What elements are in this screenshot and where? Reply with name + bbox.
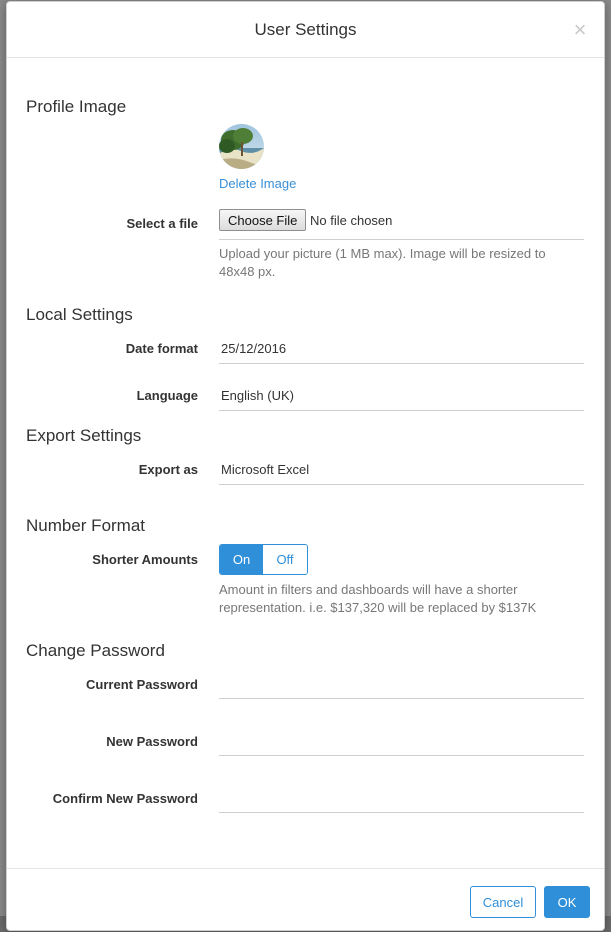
close-icon[interactable]: × [570,19,590,41]
ok-button[interactable]: OK [544,886,590,918]
dialog-header: User Settings × [7,2,604,58]
current-password-label: Current Password [86,677,198,692]
current-password-field[interactable] [219,669,584,699]
select-file-label: Select a file [126,216,198,231]
profile-avatar [219,124,264,169]
choose-file-button[interactable]: Choose File [219,209,307,231]
file-input-row: Choose File No file chosen [219,207,584,240]
dialog-footer: Cancel OK [7,868,604,932]
export-as-field[interactable] [219,455,584,485]
date-format-field[interactable] [219,334,584,364]
user-settings-dialog: User Settings × Profile Image Delete Ima… [6,1,605,931]
upload-help-text: Upload your picture (1 MB max). Image wi… [219,246,546,279]
new-password-field[interactable] [219,726,584,756]
language-label: Language [136,388,198,403]
cancel-button[interactable]: Cancel [470,886,536,918]
delete-image-link[interactable]: Delete Image [219,176,296,191]
confirm-password-field[interactable] [219,783,584,813]
no-file-chosen-text: No file chosen [310,213,393,228]
section-title-export-settings: Export Settings [26,426,142,445]
toggle-on-button[interactable]: On [220,545,263,574]
dialog-title: User Settings [254,20,357,39]
shorter-amounts-help-text: Amount in filters and dashboards will ha… [219,582,537,615]
shorter-amounts-toggle: On Off [219,544,308,575]
export-as-label: Export as [138,462,198,477]
date-format-label: Date format [125,341,198,356]
toggle-off-button[interactable]: Off [263,545,307,574]
section-title-number-format: Number Format [26,516,146,535]
new-password-label: New Password [106,734,198,749]
section-title-change-password: Change Password [26,641,165,660]
section-title-profile-image: Profile Image [26,97,127,116]
language-field[interactable] [219,381,584,411]
profile-avatar-image [219,124,264,169]
shorter-amounts-label: Shorter Amounts [92,552,198,567]
section-title-local-settings: Local Settings [26,305,133,324]
confirm-password-label: Confirm New Password [52,791,198,806]
